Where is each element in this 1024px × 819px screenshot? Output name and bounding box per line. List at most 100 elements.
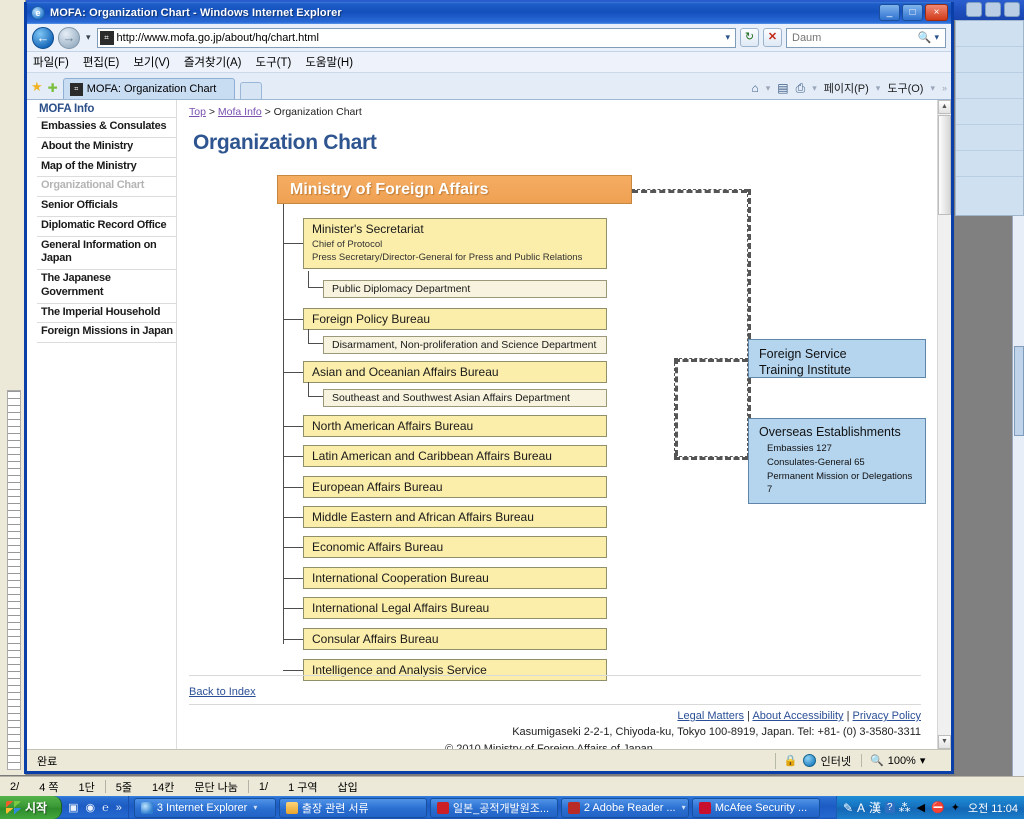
chart-node-subline-1: Chief of Protocol [312, 239, 383, 250]
sidebar-item-foreign-missions-in-japan[interactable]: Foreign Missions in Japan [37, 322, 176, 343]
scroll-down-arrow-icon[interactable]: ▼ [938, 735, 951, 749]
close-button[interactable]: × [925, 4, 948, 21]
back-button[interactable]: ← [32, 26, 54, 49]
quicklaunch-internet-explorer-icon[interactable]: ℮ [102, 802, 109, 814]
zoom-control[interactable]: 🔍 100% ▾ [861, 754, 947, 767]
sidebar-item-the-japanese-government[interactable]: The Japanese Government [37, 269, 176, 303]
system-clock[interactable]: 오전 11:04 [966, 800, 1018, 816]
address-bar-url[interactable]: http://www.mofa.go.jp/about/hq/chart.htm… [117, 32, 723, 44]
tab-mofa-organization-chart[interactable]: ⌗ MOFA: Organization Chart [62, 78, 235, 99]
sidebar-item-organizational-chart[interactable]: Organizational Chart [37, 176, 176, 196]
sidebar-item-the-imperial-household[interactable]: The Imperial Household [37, 302, 176, 323]
taskbar-item-japan-oda-document[interactable]: 일본_공적개발원조... [429, 797, 558, 818]
chart-dept-southeast-southwest-asian-affairs: Southeast and Southwest Asian Affairs De… [323, 389, 607, 407]
toolbar-overflow-icon[interactable]: » [942, 83, 947, 93]
window-controls[interactable]: _ □ × [879, 4, 948, 21]
dept-elbow [308, 329, 323, 344]
scroll-up-arrow-icon[interactable]: ▲ [938, 100, 951, 114]
background-window-controls[interactable] [966, 2, 1020, 17]
background-scrollbar-thumb[interactable] [1014, 346, 1024, 436]
new-tab-button[interactable] [239, 82, 262, 99]
bg-close-icon[interactable] [1004, 2, 1020, 17]
home-caret-icon[interactable]: ▾ [766, 83, 771, 94]
address-dropdown-icon[interactable]: ▾ [722, 32, 733, 43]
search-icon[interactable]: 🔍 [918, 31, 932, 44]
tray-expand-icon[interactable]: ◀ [917, 801, 925, 814]
ime-language-bar[interactable]: ✎ A 漢 ? ⁂ [843, 799, 911, 816]
menu-edit[interactable]: 편집(E) [83, 54, 120, 70]
ime-options-icon[interactable]: ⁂ [899, 801, 911, 815]
quicklaunch-show-desktop-icon[interactable]: ▣ [68, 801, 78, 814]
print-icon[interactable]: ⎙ [796, 81, 806, 96]
zoom-caret-icon[interactable]: ▾ [920, 754, 926, 767]
stop-button[interactable]: ✕ [763, 28, 782, 47]
chart-tick [283, 487, 303, 488]
quicklaunch-media-icon[interactable]: ◉ [86, 801, 96, 814]
tray-blocked-icon[interactable]: ⛔ [931, 801, 945, 814]
feeds-icon[interactable]: ▤ [777, 81, 788, 95]
address-bar[interactable]: ⌗ http://www.mofa.go.jp/about/hq/chart.h… [96, 27, 736, 48]
bg-minimize-icon[interactable] [966, 2, 982, 17]
forward-button[interactable]: → [58, 26, 80, 49]
adobe-reader-icon [567, 801, 580, 814]
recent-pages-caret-icon[interactable]: ▾ [84, 32, 93, 43]
menu-tools[interactable]: 도구(T) [256, 54, 292, 70]
sidebar-item-general-information-on-japan[interactable]: General Information on Japan [37, 235, 176, 270]
page-caret-icon[interactable]: ▾ [876, 83, 881, 94]
ime-hanja-icon[interactable]: 漢 [869, 799, 881, 816]
home-icon[interactable]: ⌂ [752, 81, 759, 95]
search-input[interactable] [790, 30, 918, 45]
menu-help[interactable]: 도움말(H) [305, 54, 353, 70]
internet-explorer-icon [140, 801, 153, 814]
chart-tick [283, 547, 303, 548]
security-zone[interactable]: 🔒 인터넷 [774, 752, 851, 769]
taskbar-group-caret-icon[interactable]: ▾ [253, 803, 257, 812]
bg-restore-icon[interactable] [985, 2, 1001, 17]
quicklaunch-overflow-icon[interactable]: » [116, 802, 122, 814]
tray-security-icon[interactable]: ✦ [951, 801, 960, 814]
ime-pen-icon[interactable]: ✎ [843, 801, 853, 815]
background-scrollbar[interactable] [1012, 216, 1024, 776]
about-accessibility-link[interactable]: About Accessibility [752, 710, 843, 722]
page-scrollbar-thumb[interactable] [938, 115, 951, 215]
taskbar-item-folder[interactable]: 출장 관련 서류 [278, 797, 427, 818]
add-to-favorites-icon[interactable]: ✚ [48, 81, 58, 99]
taskbar-item-mcafee-security[interactable]: McAfee Security ... [691, 797, 820, 818]
menu-favorites[interactable]: 즐겨찾기(A) [184, 54, 242, 70]
search-box[interactable]: 🔍 ▾ [786, 27, 946, 48]
favorites-star-icon[interactable]: ★ [31, 79, 43, 99]
taskbar-group-caret-icon[interactable]: ▾ [682, 803, 686, 812]
sidebar-item-senior-officials[interactable]: Senior Officials [37, 196, 176, 216]
menu-file[interactable]: 파일(F) [33, 54, 69, 70]
windows-flag-icon [6, 801, 21, 814]
page-scrollbar[interactable]: ▲ ▼ [937, 100, 951, 749]
sidebar-item-about-the-ministry[interactable]: About the Ministry [37, 136, 176, 157]
sidebar-item-embassies-consulates[interactable]: Embassies & Consulates [37, 117, 176, 137]
back-to-index-link[interactable]: Back to Index [189, 686, 256, 698]
chart-root-ministry-of-foreign-affairs: Ministry of Foreign Affairs [277, 175, 632, 204]
chart-node-label: Middle Eastern and African Affairs Burea… [312, 510, 534, 524]
chart-node-consular-affairs-bureau: Consular Affairs Bureau [303, 628, 607, 650]
privacy-policy-link[interactable]: Privacy Policy [853, 710, 921, 722]
page-menu-button[interactable]: 페이지(P) [824, 80, 869, 96]
background-task-pane [955, 20, 1024, 216]
legal-matters-link[interactable]: Legal Matters [677, 710, 744, 722]
tools-menu-button[interactable]: 도구(O) [887, 80, 923, 96]
taskbar-item-adobe-reader[interactable]: 2 Adobe Reader ... ▾ [560, 797, 689, 818]
search-provider-caret-icon[interactable]: ▾ [931, 32, 942, 43]
ime-help-icon[interactable]: ? [885, 802, 895, 813]
minimize-button[interactable]: _ [879, 4, 900, 21]
menu-view[interactable]: 보기(V) [133, 54, 170, 70]
print-caret-icon[interactable]: ▾ [812, 83, 817, 94]
taskbar: 시작 ▣ ◉ ℮ » 3 Internet Explorer ▾ 출장 관련 서… [0, 796, 1024, 819]
taskbar-item-internet-explorer[interactable]: 3 Internet Explorer ▾ [133, 797, 276, 818]
breadcrumb-top-link[interactable]: Top [189, 106, 206, 118]
tools-caret-icon[interactable]: ▾ [930, 83, 935, 94]
sidebar-item-diplomatic-record-office[interactable]: Diplomatic Record Office [37, 215, 176, 236]
ime-language-indicator[interactable]: A [857, 801, 865, 815]
maximize-button[interactable]: □ [902, 4, 923, 21]
sidebar-item-map-of-the-ministry[interactable]: Map of the Ministry [37, 156, 176, 177]
breadcrumb-mofa-info-link[interactable]: Mofa Info [218, 106, 262, 118]
start-button[interactable]: 시작 [0, 796, 63, 819]
refresh-button[interactable]: ↻ [740, 28, 759, 47]
